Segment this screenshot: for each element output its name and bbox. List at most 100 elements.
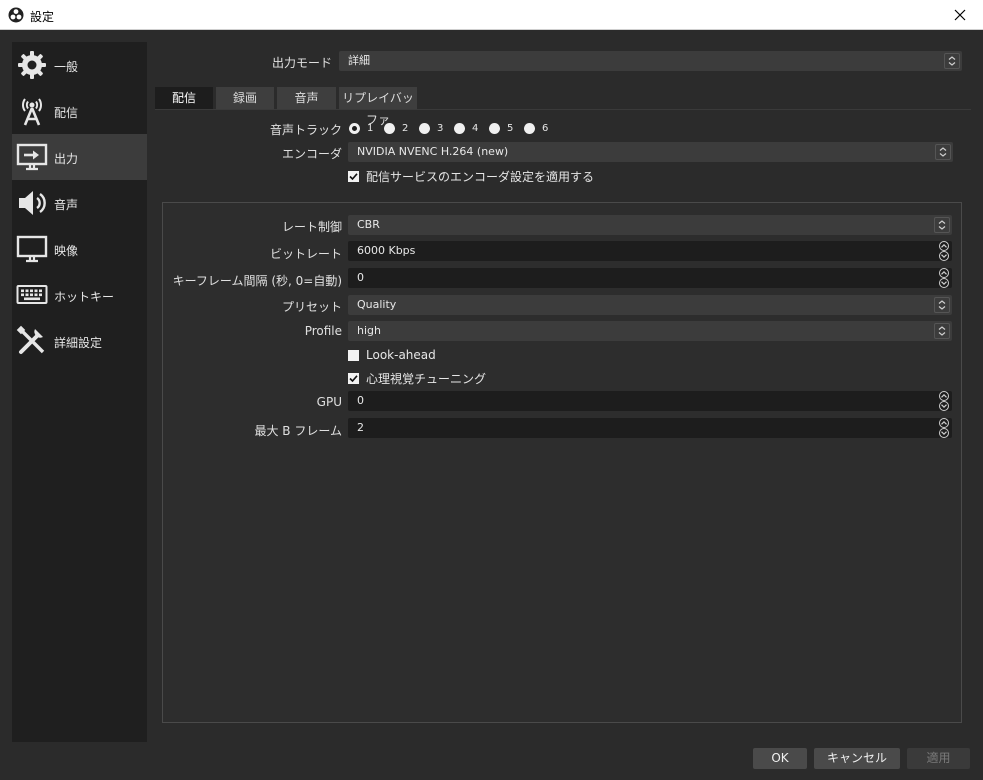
tab-label: 録画 xyxy=(232,91,257,105)
radio-icon xyxy=(524,122,535,134)
output-mode-value: 詳細 xyxy=(348,54,370,67)
keyboard-icon xyxy=(16,285,48,304)
radio-checked-icon xyxy=(349,122,360,134)
tab-stream[interactable]: 配信 xyxy=(155,87,213,109)
tabs-divider xyxy=(155,109,971,110)
combo-arrows-icon xyxy=(934,217,950,233)
monitor-icon xyxy=(16,235,48,263)
sidebar-item-audio[interactable]: 音声 xyxy=(12,180,147,226)
sidebar-item-label: 詳細設定 xyxy=(54,336,103,350)
gpu-spinbox[interactable]: 0 xyxy=(348,391,952,411)
tab-label: 音声 xyxy=(294,91,319,105)
preset-value: Quality xyxy=(357,298,397,311)
keyframe-interval-value: 0 xyxy=(357,271,364,284)
apply-button[interactable]: 適用 xyxy=(907,748,970,769)
rate-control-label: レート制御 xyxy=(281,220,342,234)
title-bar: 設定 xyxy=(0,0,983,30)
close-icon xyxy=(954,9,966,21)
tab-audio[interactable]: 音声 xyxy=(277,87,336,109)
checkbox-label: 心理視覚チューニング xyxy=(366,372,487,386)
encoder-select[interactable]: NVIDIA NVENC H.264 (new) xyxy=(348,142,953,162)
spin-arrows-icon[interactable] xyxy=(936,391,952,411)
output-tabs: 配信 録画 音声 リプレイバッファ xyxy=(155,87,971,127)
tools-icon xyxy=(16,325,45,354)
encoder-value: NVIDIA NVENC H.264 (new) xyxy=(357,145,509,158)
spin-arrows-icon[interactable] xyxy=(936,418,952,438)
sidebar-item-hotkeys[interactable]: ホットキー xyxy=(12,272,147,318)
ok-button[interactable]: OK xyxy=(753,748,807,769)
keyframe-interval-label: キーフレーム間隔 (秒, 0=自動) xyxy=(172,274,342,288)
sidebar-item-label: 音声 xyxy=(54,198,79,212)
radio-label: 5 xyxy=(507,122,514,134)
audio-track-radio-2[interactable]: 2 xyxy=(384,121,408,135)
audio-track-radio-5[interactable]: 5 xyxy=(489,121,513,135)
max-b-frames-value: 2 xyxy=(357,421,364,434)
sidebar-item-label: 配信 xyxy=(54,106,79,120)
preset-label: プリセット xyxy=(281,300,342,314)
profile-value: high xyxy=(357,324,381,337)
sidebar-item-video[interactable]: 映像 xyxy=(12,226,147,272)
combo-arrows-icon xyxy=(944,53,960,69)
tab-label: 配信 xyxy=(171,91,196,105)
combo-arrows-icon xyxy=(934,297,950,313)
audio-track-label: 音声トラック xyxy=(269,123,342,137)
window-title: 設定 xyxy=(30,10,55,24)
obs-logo-icon xyxy=(8,7,24,23)
sidebar-item-advanced[interactable]: 詳細設定 xyxy=(12,318,147,364)
sidebar-item-general[interactable]: 一般 xyxy=(12,42,147,88)
max-b-frames-label: 最大 B フレーム xyxy=(254,424,342,438)
audio-track-radio-6[interactable]: 6 xyxy=(524,121,548,135)
combo-arrows-icon xyxy=(935,144,951,160)
sidebar-item-output[interactable]: 出力 xyxy=(12,134,147,180)
checkbox-checked-icon xyxy=(348,373,359,384)
audio-track-radio-4[interactable]: 4 xyxy=(454,121,478,135)
apply-service-settings-checkbox[interactable]: 配信サービスのエンコーダ設定を適用する xyxy=(348,168,594,185)
sidebar-item-stream[interactable]: 配信 xyxy=(12,88,147,134)
gpu-value: 0 xyxy=(357,394,364,407)
cancel-button[interactable]: キャンセル xyxy=(814,748,900,769)
tab-recording[interactable]: 録画 xyxy=(216,87,274,109)
radio-label: 1 xyxy=(367,122,374,134)
sidebar-item-label: 映像 xyxy=(54,244,79,258)
sidebar-item-label: 一般 xyxy=(54,60,79,74)
preset-select[interactable]: Quality xyxy=(348,295,952,315)
audio-track-radio-3[interactable]: 3 xyxy=(419,121,443,135)
bitrate-label: ビットレート xyxy=(269,247,342,261)
bitrate-spinbox[interactable]: 6000 Kbps xyxy=(348,241,952,261)
gear-icon xyxy=(18,51,46,79)
sidebar-item-label: 出力 xyxy=(54,152,79,166)
encoder-label: エンコーダ xyxy=(281,147,342,161)
checkbox-icon xyxy=(348,349,359,361)
tab-replay-buffer[interactable]: リプレイバッファ xyxy=(339,87,417,127)
output-mode-label: 出力モード xyxy=(271,56,332,70)
output-mode-select[interactable]: 詳細 xyxy=(339,51,962,71)
spin-arrows-icon[interactable] xyxy=(936,241,952,261)
keyframe-interval-spinbox[interactable]: 0 xyxy=(348,268,952,288)
gpu-label: GPU xyxy=(316,395,342,409)
spin-arrows-icon[interactable] xyxy=(936,268,952,288)
speaker-icon xyxy=(19,191,46,215)
profile-select[interactable]: high xyxy=(348,321,952,341)
output-monitor-icon xyxy=(16,143,48,171)
radio-icon xyxy=(454,122,465,134)
broadcast-antenna-icon xyxy=(22,98,42,126)
audio-track-radio-1[interactable]: 1 xyxy=(349,121,373,135)
radio-icon xyxy=(419,122,430,134)
look-ahead-checkbox[interactable]: Look-ahead xyxy=(348,348,436,362)
radio-label: 6 xyxy=(542,122,549,134)
psycho-visual-tuning-checkbox[interactable]: 心理視覚チューニング xyxy=(348,370,486,387)
settings-sidebar: 一般 配信 出力 音声 映像 ホットキー 詳細設定 xyxy=(12,42,147,742)
rate-control-select[interactable]: CBR xyxy=(348,215,952,235)
close-button[interactable] xyxy=(937,0,983,30)
radio-label: 3 xyxy=(437,122,444,134)
checkbox-label: 配信サービスのエンコーダ設定を適用する xyxy=(366,170,595,184)
radio-icon xyxy=(489,122,500,134)
max-b-frames-spinbox[interactable]: 2 xyxy=(348,418,952,438)
checkbox-checked-icon xyxy=(348,171,359,182)
radio-label: 2 xyxy=(402,122,409,134)
radio-icon xyxy=(384,122,395,134)
radio-label: 4 xyxy=(472,122,479,134)
rate-control-value: CBR xyxy=(357,218,380,231)
bitrate-value: 6000 Kbps xyxy=(357,244,416,257)
checkbox-label: Look-ahead xyxy=(366,348,436,362)
